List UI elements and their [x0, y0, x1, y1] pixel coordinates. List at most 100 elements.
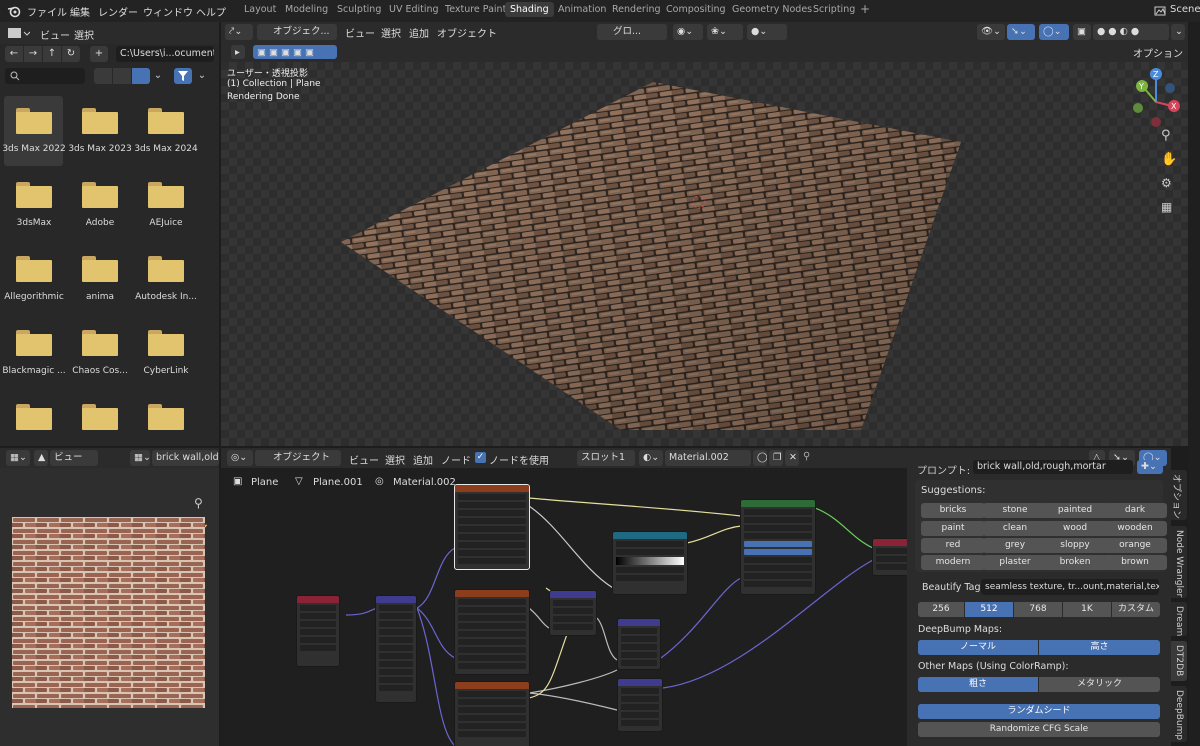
tag-modern[interactable]: modern — [921, 555, 985, 570]
image-texture-color-node[interactable] — [454, 484, 530, 570]
overlay-button[interactable]: ◯⌄ — [1039, 24, 1069, 40]
side-tab-dream[interactable]: Dream — [1171, 602, 1187, 636]
viewport-object-menu[interactable]: オブジェクト — [437, 25, 497, 40]
resolution-512[interactable]: 512 — [965, 602, 1013, 617]
shading-options-chevron-icon[interactable]: ⌄ — [1171, 24, 1185, 40]
tag-red[interactable]: red — [921, 538, 985, 553]
path-field[interactable]: C:\Users\i...ocuments\ — [116, 46, 214, 62]
file-browser-select-menu[interactable]: 選択 — [74, 27, 94, 42]
tag-wooden[interactable]: wooden — [1103, 521, 1167, 536]
new-folder-button[interactable]: + — [90, 46, 108, 62]
randomize-cfg-button[interactable]: Randomize CFG Scale — [918, 722, 1160, 737]
workspace-tab-scripting[interactable]: Scripting — [813, 4, 855, 15]
folder-icon[interactable] — [148, 256, 184, 282]
folder-icon[interactable] — [16, 330, 52, 356]
side-tab-deepbump[interactable]: DeepBump — [1171, 686, 1187, 742]
displacement-node[interactable] — [617, 678, 663, 732]
beautify-tags-input[interactable]: seamless texture, tr...ount,material,tex… — [981, 579, 1159, 595]
random-seed-button[interactable]: ランダムシード — [918, 704, 1160, 719]
selection-mode-buttons[interactable]: ▣ ▣ ▣ ▣ ▣ — [253, 45, 337, 59]
other-maps-metallic-toggle[interactable]: メタリック — [1039, 677, 1160, 692]
image-name-field[interactable]: brick wall,old,ro — [152, 450, 219, 466]
camera-view-icon[interactable]: ⚙ — [1161, 176, 1177, 192]
other-maps-roughness-toggle[interactable]: 粗さ — [918, 677, 1038, 692]
principled-bsdf-node[interactable] — [740, 499, 816, 595]
folder-icon[interactable] — [148, 108, 184, 134]
tag-paint[interactable]: paint — [921, 521, 985, 536]
folder-icon[interactable] — [148, 330, 184, 356]
image-texture-normal-node[interactable] — [454, 681, 530, 746]
folder-icon[interactable] — [82, 256, 118, 282]
menu-help[interactable]: ヘルプ — [196, 4, 226, 19]
color-ramp-gradient[interactable] — [616, 557, 684, 565]
tag-plaster[interactable]: plaster — [983, 555, 1047, 570]
texture-coordinate-node[interactable] — [296, 595, 340, 667]
menu-file[interactable]: ファイル — [27, 4, 67, 19]
folder-icon[interactable] — [82, 182, 118, 208]
xray-button[interactable]: ▣ — [1073, 24, 1091, 40]
folder-icon[interactable] — [16, 404, 52, 430]
pan-hand-icon[interactable]: ✋ — [1161, 152, 1177, 168]
folder-icon[interactable] — [82, 404, 118, 430]
folder-icon[interactable] — [16, 256, 52, 282]
folder-icon[interactable] — [82, 108, 118, 134]
tag-bricks[interactable]: bricks — [921, 503, 985, 518]
navigation-gizmo[interactable]: Z X Y — [1126, 66, 1186, 146]
proportional-edit-button[interactable]: ●⌄ — [747, 24, 787, 40]
image-browse-button[interactable]: ▦⌄ — [130, 450, 150, 466]
workspace-tab-rendering[interactable]: Rendering — [612, 4, 661, 15]
sort-dropdown-chevron-icon[interactable]: ⌄ — [152, 68, 164, 84]
resolution-768[interactable]: 768 — [1014, 602, 1062, 617]
tag-dark[interactable]: dark — [1103, 503, 1167, 518]
side-tab-options[interactable]: オプション — [1171, 470, 1187, 520]
toolbar-toggle-button[interactable]: ▸ — [231, 45, 245, 59]
workspace-tab-layout[interactable]: Layout — [244, 4, 276, 15]
prompt-input[interactable]: brick wall,old,rough,mortar — [973, 460, 1133, 474]
nav-forward-button[interactable]: → — [24, 46, 42, 62]
menu-render[interactable]: レンダー — [98, 4, 138, 19]
tag-clean[interactable]: clean — [983, 521, 1047, 536]
viewport-options-menu[interactable]: オプション — [1133, 45, 1183, 60]
gizmo-button[interactable]: ➘⌄ — [1007, 24, 1035, 40]
workspace-tab-modeling[interactable]: Modeling — [285, 4, 328, 15]
filter-chevron-icon[interactable]: ⌄ — [196, 68, 208, 84]
editor-type-folder-icon[interactable] — [8, 26, 31, 40]
side-tab-dt2db[interactable]: DT2DB — [1171, 641, 1187, 681]
workspace-tab-compositing[interactable]: Compositing — [666, 4, 726, 15]
display-columns-button[interactable] — [113, 68, 131, 84]
tag-wood[interactable]: wood — [1043, 521, 1107, 536]
tag-stone[interactable]: stone — [983, 503, 1047, 518]
tag-orange[interactable]: orange — [1103, 538, 1167, 553]
transform-orientation-dropdown[interactable]: グロ... — [597, 24, 667, 40]
viewport-editor-type-button[interactable]: ⤤⌄ — [225, 24, 253, 40]
image-editor-type-button[interactable]: ▦⌄ — [6, 450, 30, 466]
workspace-tab-shading[interactable]: Shading — [505, 2, 554, 17]
tag-grey[interactable]: grey — [983, 538, 1047, 553]
workspace-tab-animation[interactable]: Animation — [558, 4, 606, 15]
color-ramp-node[interactable] — [612, 531, 688, 595]
filter-button[interactable] — [174, 68, 192, 84]
workspace-tab-sculpting[interactable]: Sculpting — [337, 4, 381, 15]
bump-node[interactable] — [617, 618, 661, 670]
viewport-select-menu[interactable]: 選択 — [381, 25, 401, 40]
deepbump-height-toggle[interactable]: 高さ — [1039, 640, 1160, 655]
folder-icon[interactable] — [82, 330, 118, 356]
resolution-1k[interactable]: 1K — [1063, 602, 1111, 617]
viewport-view-menu[interactable]: ビュー — [345, 25, 375, 40]
pivot-dropdown[interactable]: ◉⌄ — [673, 24, 703, 40]
image-zoom-icon[interactable]: ⚲ — [194, 496, 208, 510]
node-editor-area[interactable]: ◎⌄ オブジェクト ビュー 選択 追加 ノード ✓ ノードを使用 スロット1 ◐… — [221, 448, 907, 746]
mapping-node[interactable] — [375, 595, 417, 703]
blender-logo-icon[interactable] — [7, 4, 21, 18]
viewport-area[interactable]: ⤤⌄ オブジェク... ビュー 選択 追加 オブジェクト グロ... ◉⌄ ❀⌄… — [221, 22, 1188, 446]
viewport-add-menu[interactable]: 追加 — [409, 25, 429, 40]
image-texture-roughness-node[interactable] — [454, 589, 530, 675]
tag-painted[interactable]: painted — [1043, 503, 1107, 518]
tag-broken[interactable]: broken — [1043, 555, 1107, 570]
normal-map-node[interactable] — [549, 590, 597, 636]
display-thumbnails-button[interactable] — [132, 68, 150, 84]
resolution-custom[interactable]: カスタム — [1112, 602, 1160, 617]
viewport-mode-dropdown[interactable]: オブジェク... — [257, 24, 337, 40]
visibility-button[interactable]: 👁⌄ — [977, 24, 1005, 40]
deepbump-normal-toggle[interactable]: ノーマル — [918, 640, 1038, 655]
